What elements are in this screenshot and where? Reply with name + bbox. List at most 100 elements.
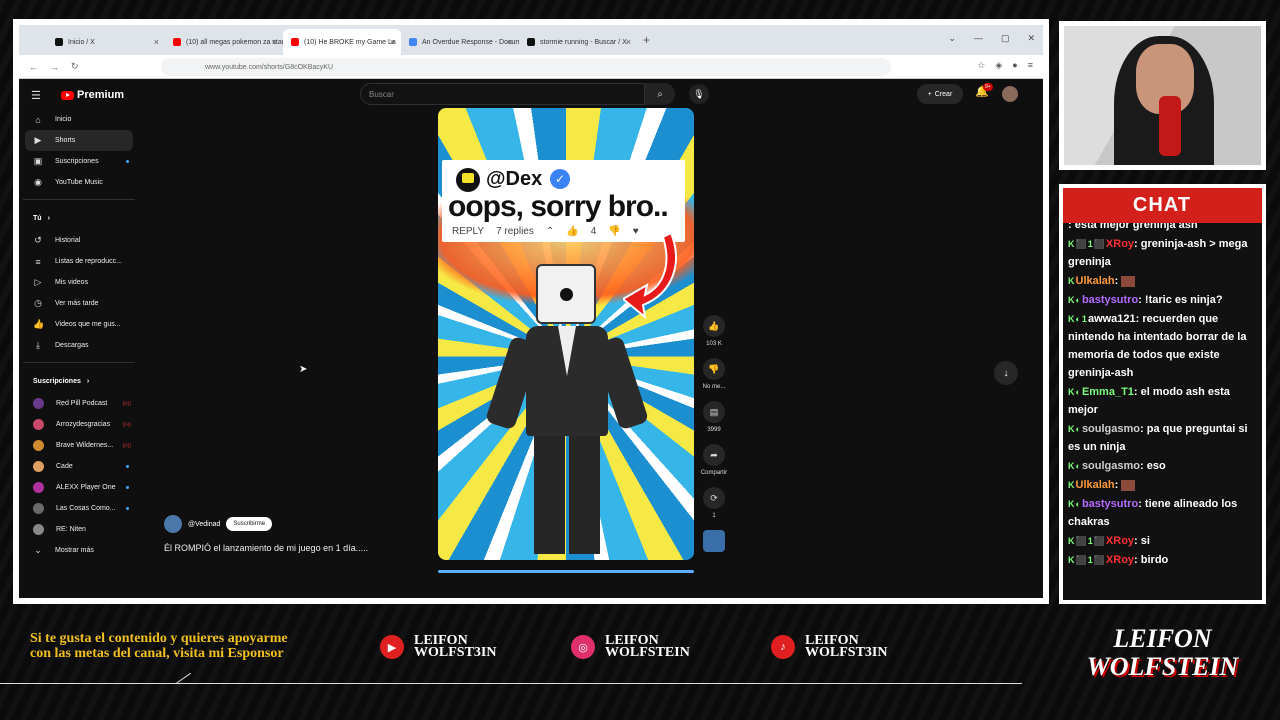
sidebar-item-label: Listas de reproducc... [55,258,122,265]
share-icon[interactable]: ➦ [703,444,725,466]
comment-footer: REPLY 7 replies ⌃ 👍 4 👎 ♥ [452,226,639,237]
chat-username: XRoy [1105,554,1135,566]
subscriptions-heading[interactable]: Suscripciones › [19,369,139,393]
minimize-icon[interactable]: — [974,33,983,44]
webcam-feed [1064,26,1261,165]
show-more-button[interactable]: ⌄ Mostrar más [19,540,139,561]
sidebar-item-you-1[interactable]: ≡ Listas de reproducc... [19,251,139,272]
remix-icon[interactable]: ⟳ [703,487,725,509]
chat-emote-icon [1121,275,1136,287]
reload-icon[interactable]: ↻ [71,61,79,72]
chat-badges-icon: K◐ [1068,387,1082,397]
sidebar-item-sub-4[interactable]: ALEXX Player One [19,477,139,498]
tab-0[interactable]: Inicio / X × [47,29,165,55]
close-icon[interactable]: × [154,37,159,47]
chat-message: K◐ bastysutro: tiene alineado los chakra… [1068,495,1256,531]
social-line-2: WOLFST3IN [414,645,497,660]
sidebar-item-sub-6[interactable]: RE: Niten [19,519,139,540]
create-button[interactable]: + Crear [917,84,963,104]
sidebar-item-label: Arrozydesgracias [56,421,111,428]
arrow-down-icon[interactable]: ↓ [994,361,1018,385]
you-heading[interactable]: Tú › [19,206,139,230]
microphone-icon[interactable]: 🎙 [689,84,709,104]
chat-message: K Ulkalah: [1068,272,1256,290]
chat-username: soulgasmo [1081,423,1141,435]
sidebar-item-sub-3[interactable]: Cade [19,456,139,477]
channel-avatar [33,398,44,409]
channel-avatar[interactable] [164,515,182,533]
channel-name[interactable]: @Vedinad [188,521,220,528]
like-icon[interactable]: 👍 [703,315,725,337]
divider [23,362,135,363]
social-handle: LEIFON WOLFST3IN [414,634,497,660]
social-handle: LEIFON WOLFSTEIN [605,634,690,660]
hamburger-menu-icon[interactable]: ☰ [31,89,41,102]
star-icon[interactable]: ☆ [977,60,985,71]
channel-avatar [33,440,44,451]
divider [0,683,1022,684]
sponsor-text: Si te gusta el contenido y quieres apoya… [30,631,288,661]
close-icon[interactable]: × [390,37,395,47]
short-actions: 👍 103 K 👎 No me... ▤ 3999 ➦ Compartir ⟳ 1 [699,315,729,552]
sidebar-item-you-4[interactable]: 👍 Videos que me gus... [19,314,139,335]
maximize-icon[interactable]: ▢ [1001,33,1010,44]
sidebar-item-sub-2[interactable]: Brave Wildernes... ((•)) [19,435,139,456]
tab-3[interactable]: An Overdue Response - Docum × [401,29,519,55]
tiktok-icon: ♪ [771,635,795,659]
social-0: ▶ LEIFON WOLFST3IN [380,634,497,660]
chevron-down-icon[interactable]: ⌄ [948,33,956,44]
search-icon[interactable]: ⌕ [645,83,675,105]
shorts-video[interactable]: @Dex ✓ oops, sorry bro.. REPLY 7 replies… [438,108,694,560]
live-indicator-icon: ((•)) [122,400,131,407]
sidebar-item-main-2[interactable]: ▣ Suscripciones [19,151,139,172]
tab-2[interactable]: (10) He BROKE my Game La × [283,29,401,55]
you-heading-label: Tú [33,214,42,222]
sidebar-item-you-5[interactable]: ⤓ Descargas [19,335,139,356]
tab-favicon-icon [173,38,181,46]
chat-badges-icon: K⬛1⬛ [1068,239,1106,249]
new-tab-icon[interactable]: + [643,33,650,47]
comment-icon[interactable]: ▤ [703,401,725,423]
social-2: ♪ LEIFON WOLFST3IN [771,634,887,660]
sidebar-item-you-0[interactable]: ↺ Historial [19,230,139,251]
sidebar-item-main-3[interactable]: ◉ YouTube Music [19,172,139,193]
chat-badges-icon: K◐ [1068,461,1082,471]
dislike-icon[interactable]: 👎 [703,358,725,380]
tab-1[interactable]: (10) all megas pokemon za star × [165,29,283,55]
menu-dots-icon[interactable]: ≡ [1028,60,1033,71]
close-icon[interactable]: × [272,37,277,47]
action-2: ▤ 3999 [699,401,729,433]
chat-badges-icon: K⬛1⬛ [1068,536,1106,546]
avatar[interactable] [1002,86,1018,102]
video-progress[interactable] [438,570,694,573]
live-indicator-icon: ((•)) [122,421,131,428]
close-icon[interactable]: × [508,37,513,47]
chat-message: K Ulkalah: [1068,476,1256,494]
url-field[interactable]: www.youtube.com/shorts/G8cOKBacyKU [161,58,891,76]
thumbs-down-icon: 👎 [608,226,621,237]
sidebar-item-sub-5[interactable]: Las Cosas Como... [19,498,139,519]
profile-icon[interactable]: ● [1012,60,1017,71]
close-icon[interactable]: × [626,37,631,47]
sidebar-item-main-0[interactable]: ⌂ Inicio [19,109,139,130]
subscribe-button[interactable]: Suscribirme [226,517,273,531]
sidebar-item-you-3[interactable]: ◷ Ver más tarde [19,293,139,314]
youtube-icon: ▶ [380,635,404,659]
forward-icon[interactable]: → [50,62,59,72]
extensions-icon[interactable]: ◈ [995,60,1002,71]
sidebar-item-main-1[interactable]: ▶ Shorts [25,130,133,151]
sidebar-item-you-2[interactable]: ▷ Mis videos [19,272,139,293]
comment-text: oops, sorry bro.. [448,190,669,223]
close-icon[interactable]: ✕ [1027,33,1035,44]
sidebar: ⌂ Inicio ▶ Shorts ▣ Suscripciones ◉ YouTube Mus… [19,109,139,561]
chevron-right-icon: › [47,214,50,222]
chat-message: K◐1 awwa121: recuerden que nintendo ha i… [1068,310,1256,382]
youtube-logo[interactable]: Premium [61,89,124,101]
sidebar-item-sub-1[interactable]: Arrozydesgracias ((•)) [19,414,139,435]
sidebar-item-sub-0[interactable]: Red Pill Podcast ((•)) [19,393,139,414]
search-input[interactable]: Buscar [360,83,645,105]
tab-4[interactable]: stormie running - Buscar / X × [519,29,637,55]
back-icon[interactable]: ← [29,62,38,72]
chat-message: K⬛1⬛ XRoy: birdo [1068,551,1256,569]
remix-channel-thumbnail[interactable] [703,530,725,552]
